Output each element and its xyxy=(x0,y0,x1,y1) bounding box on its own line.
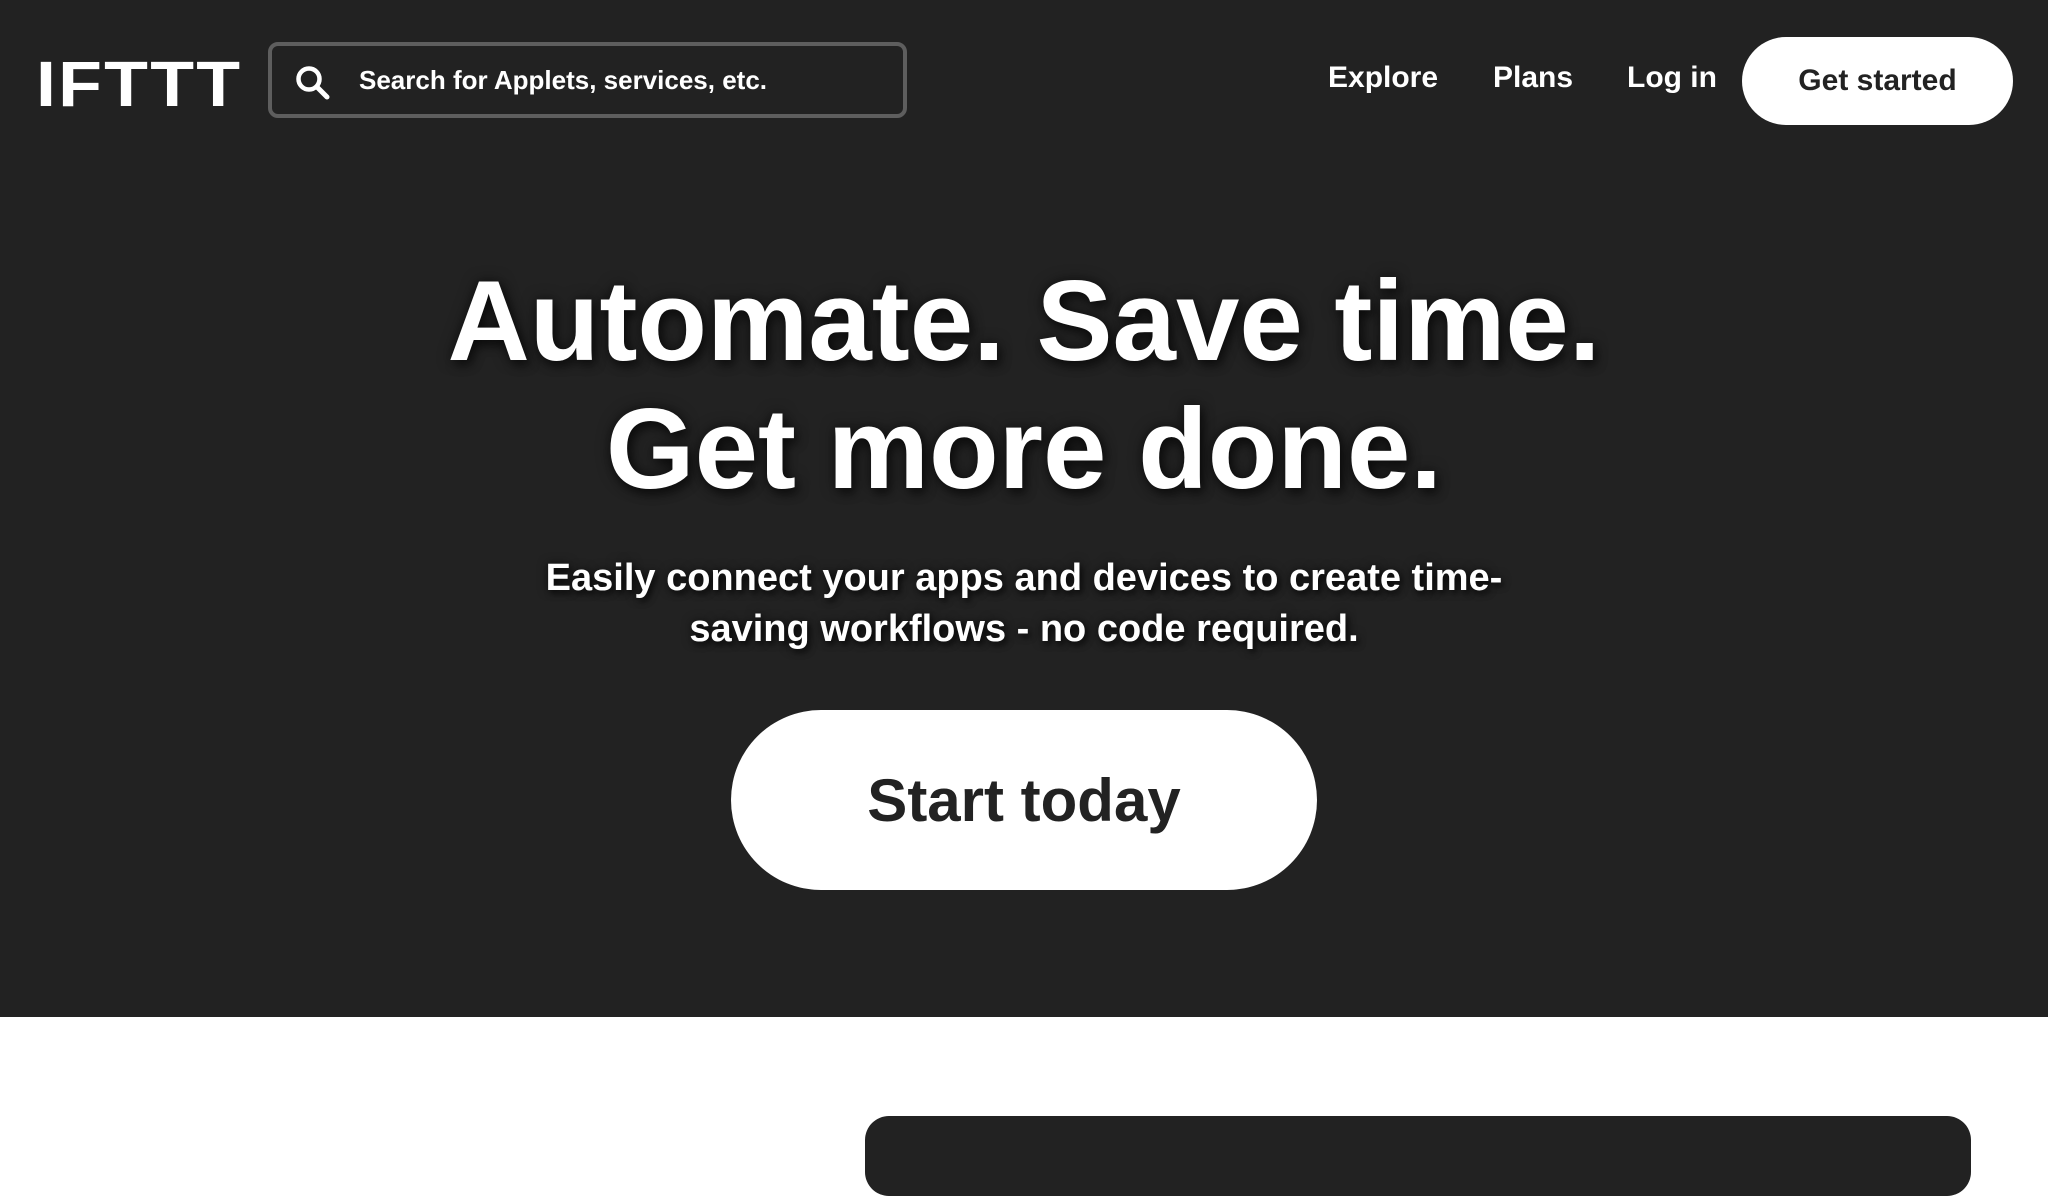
ifttt-logo[interactable]: IFTTT xyxy=(36,52,242,116)
feature-card xyxy=(865,1116,1971,1196)
search-icon xyxy=(296,66,330,100)
start-today-button[interactable]: Start today xyxy=(731,710,1317,890)
search-box[interactable] xyxy=(268,42,907,118)
hero-subheading: Easily connect your apps and devices to … xyxy=(545,557,1503,650)
nav-explore-link[interactable]: Explore xyxy=(1328,56,1438,100)
nav-plans-link[interactable]: Plans xyxy=(1493,56,1573,100)
hero-headline-line-1: Automate. Save time. xyxy=(447,258,1601,385)
get-started-button[interactable]: Get started xyxy=(1742,37,2013,125)
hero-headline-line-2: Get more done. xyxy=(605,386,1443,513)
hero-headline: Automate. Save time. Get more done. xyxy=(0,258,2048,514)
nav-login-link[interactable]: Log in xyxy=(1627,56,1717,100)
search-input[interactable] xyxy=(359,46,889,114)
hero-section: IFTTT Explore Plans Log in Get started A… xyxy=(0,0,2048,1017)
